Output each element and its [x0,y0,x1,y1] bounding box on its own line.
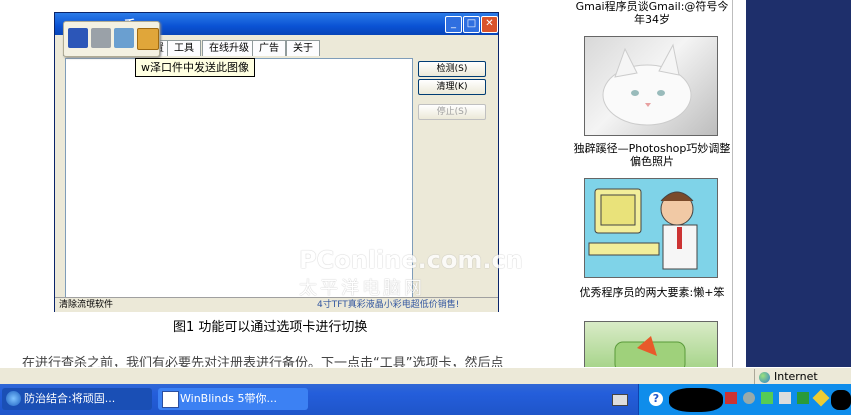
related-articles-column: Gmai程序员谈Gmail:@符号今年34岁 独辟蹊径—Photoshop巧妙调… [572,0,732,367]
tab-about[interactable]: 关于 [286,40,320,56]
tray-phone-icon[interactable] [779,392,791,404]
folder-icon[interactable] [137,28,159,50]
related-article-title[interactable]: Gmai程序员谈Gmail:@符号今年34岁 [572,0,732,26]
side-panel [746,0,851,367]
programmer-cartoon-thumbnail[interactable] [584,178,718,278]
taskbar-button-browser[interactable]: 防治结合:将顽固... [2,388,152,410]
save-icon[interactable] [68,28,88,48]
word-icon [162,391,179,408]
detect-button[interactable]: 检测(S) [418,61,486,77]
app-dialog-screenshot: ▪▪▪▪▪▪手 _ □ ✕ ▪▪▪▪▪ 设置 工具 在线升级 广告 关于 w泽口… [54,12,523,312]
tab-tools[interactable]: 工具 [167,40,201,56]
keyboard-icon[interactable] [612,394,628,406]
tray-clock-icon[interactable] [743,392,755,404]
browser-statusbar: Internet [0,367,851,385]
tray-arrow-icon[interactable] [761,392,773,404]
cat-image [602,43,692,126]
windows-taskbar: 防治结合:将顽固... WinBlinds 5带你... ? [0,384,851,415]
task-label: WinBlinds 5带你... [180,392,277,405]
product-image [614,336,686,367]
system-tray: ? [638,384,851,415]
task-label: 防治结合:将顽固... [24,392,116,405]
status-text: 清除流氓软件 [59,300,114,310]
status-ad-link[interactable]: 4寸TFT真彩液晶小彩电超低价销售! [317,298,459,312]
obscured-clock [831,390,851,410]
print-icon[interactable] [91,28,111,48]
clean-button[interactable]: 清理(K) [418,79,486,95]
tab-ads[interactable]: 广告 [252,40,286,56]
cat-photo-thumbnail[interactable] [584,36,718,136]
zone-label: Internet [774,370,818,383]
obscured-tray-area [669,388,723,412]
email-icon[interactable] [114,28,134,48]
security-zone: Internet [754,369,818,384]
tray-app-icon[interactable] [725,392,737,404]
image-toolbar [63,21,160,57]
toolbar-tooltip: w泽口件中发送此图像 [135,58,255,77]
stop-button[interactable]: 停止(S) [418,104,486,120]
help-icon[interactable]: ? [649,392,663,406]
tray-network-icon[interactable] [797,392,809,404]
article-thumbnail-partial[interactable] [584,321,718,367]
globe-icon [759,371,770,383]
cartoon-image [588,188,698,270]
pconline-watermark: PConline.com.cn 太平洋电脑网 [299,246,523,300]
maximize-icon[interactable]: □ [463,16,480,33]
minimize-icon[interactable]: _ [445,16,462,33]
taskbar-button-word[interactable]: WinBlinds 5带你... [158,388,308,410]
tab-online-upgrade[interactable]: 在线升级 [202,40,256,56]
article-area: ▪▪▪▪▪▪手 _ □ ✕ ▪▪▪▪▪ 设置 工具 在线升级 广告 关于 w泽口… [0,0,550,371]
close-icon[interactable]: ✕ [481,16,498,33]
figure-caption: 图1 功能可以通过选项卡进行切换 [173,320,368,335]
watermark-brand: PConline.com.cn [299,246,523,274]
related-article-title[interactable]: 独辟蹊径—Photoshop巧妙调整偏色照片 [572,142,732,168]
dialog-statusbar: 清除流氓软件 4寸TFT真彩液晶小彩电超低价销售! [55,297,498,312]
related-article-title[interactable]: 优秀程序员的两大要素:懒+笨 [572,286,732,299]
scrollbar-track[interactable] [732,0,746,367]
ie-icon [6,391,21,406]
tray-pen-icon[interactable] [812,389,830,407]
